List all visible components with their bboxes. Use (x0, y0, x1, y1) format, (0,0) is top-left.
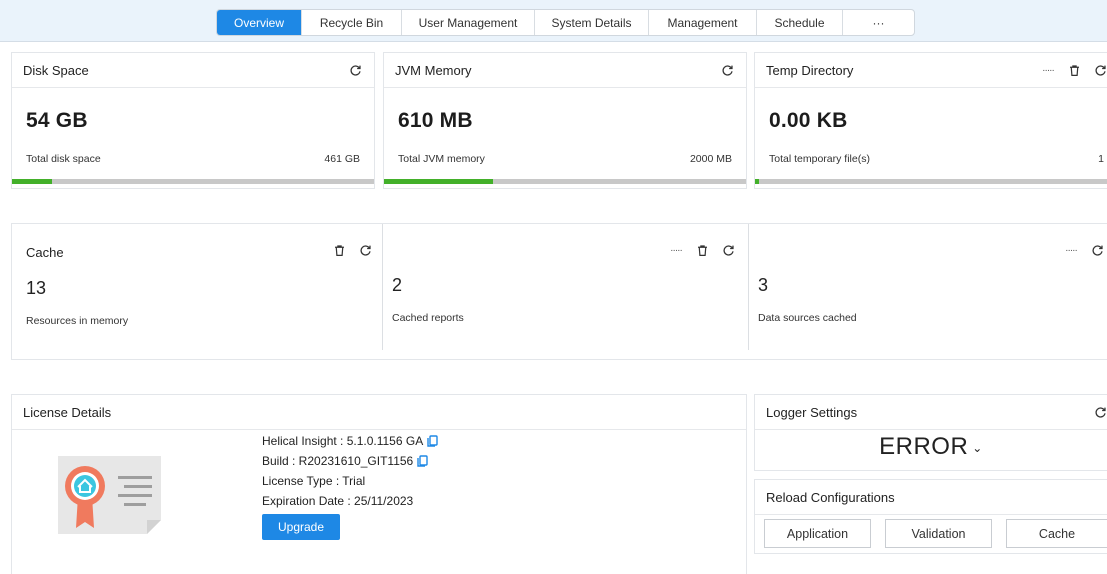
refresh-icon[interactable] (1093, 63, 1107, 77)
tab-schedule[interactable]: Schedule (756, 10, 842, 35)
cache-title: Cache (26, 245, 64, 260)
upgrade-button[interactable]: Upgrade (262, 514, 340, 540)
refresh-icon[interactable] (1090, 243, 1104, 257)
disk-total-value: 461 GB (324, 153, 360, 165)
trash-icon[interactable] (1067, 63, 1081, 77)
license-certificate-icon (58, 456, 161, 534)
divider (382, 224, 383, 350)
reload-application-button[interactable]: Application (764, 519, 871, 548)
temp-directory-title: Temp Directory (766, 62, 854, 78)
disk-space-title: Disk Space (23, 62, 89, 78)
cache-card: Cache 13 Resources in memory ····· 2 Cac… (11, 223, 1107, 360)
license-type-text: License Type : Trial (262, 474, 366, 488)
trash-icon[interactable] (332, 243, 346, 257)
reload-cache-button[interactable]: Cache (1006, 519, 1107, 548)
jvm-memory-card: JVM Memory 610 MB Total JVM memory 2000 … (383, 52, 747, 189)
reload-validation-button[interactable]: Validation (885, 519, 992, 548)
logger-level-value: ERROR (879, 433, 969, 460)
refresh-icon[interactable] (348, 63, 362, 77)
disk-progress-fill (12, 179, 52, 184)
tab-management[interactable]: Management (648, 10, 756, 35)
cache-resources-value: 13 (26, 278, 47, 298)
license-version-text: Helical Insight : 5.1.0.1156 GA (262, 434, 424, 448)
disk-space-card: Disk Space 54 GB Total disk space 461 GB (11, 52, 375, 189)
temp-directory-header: Temp Directory ····· (755, 53, 1107, 88)
license-version-line: Helical Insight : 5.1.0.1156 GA (262, 434, 438, 448)
tab-strip: Overview Recycle Bin User Management Sys… (216, 9, 915, 36)
more-dots-icon[interactable]: ····· (1064, 243, 1078, 257)
top-navigation-bar: Overview Recycle Bin User Management Sys… (0, 0, 1107, 42)
cache-datasources-value: 3 (758, 275, 769, 295)
jvm-memory-header: JVM Memory (384, 53, 746, 88)
license-expiration-text: Expiration Date : 25/11/2023 (262, 494, 414, 508)
temp-total-label: Total temporary file(s) (769, 153, 870, 165)
refresh-icon[interactable] (720, 63, 734, 77)
jvm-used-value: 610 MB (398, 109, 473, 132)
jvm-total-value: 2000 MB (689, 153, 732, 165)
temp-progress-fill (755, 179, 759, 184)
disk-space-header: Disk Space (12, 53, 374, 88)
tab-overview[interactable]: Overview (217, 10, 301, 35)
disk-progress-bar (12, 179, 374, 184)
logger-settings-header: Logger Settings (755, 395, 1107, 430)
refresh-icon[interactable] (358, 243, 372, 257)
tab-more[interactable]: ··· (842, 10, 914, 35)
refresh-icon[interactable] (721, 243, 735, 257)
temp-directory-card: Temp Directory ····· 0.00 KB Total tempo… (754, 52, 1107, 189)
license-type-line: License Type : Trial (262, 474, 365, 488)
license-build-line: Build : R20231610_GIT1156 (262, 454, 428, 468)
more-dots-icon[interactable]: ····· (669, 243, 683, 257)
jvm-memory-title: JVM Memory (395, 62, 472, 78)
temp-total-value: 1 (1098, 153, 1104, 165)
trash-icon[interactable] (695, 243, 709, 257)
copy-icon[interactable] (417, 455, 428, 467)
tab-user-management[interactable]: User Management (401, 10, 534, 35)
temp-progress-bar (755, 179, 1107, 184)
license-expiration-line: Expiration Date : 25/11/2023 (262, 494, 413, 508)
reload-configurations-header: Reload Configurations (755, 480, 1107, 515)
jvm-progress-bar (384, 179, 746, 184)
tab-recycle-bin[interactable]: Recycle Bin (301, 10, 401, 35)
temp-used-value: 0.00 KB (769, 109, 848, 132)
reload-configurations-title: Reload Configurations (766, 489, 895, 505)
refresh-icon[interactable] (1093, 405, 1107, 419)
jvm-total-label: Total JVM memory (398, 153, 485, 165)
more-dots-icon[interactable]: ····· (1041, 63, 1055, 77)
license-details-header: License Details (12, 395, 746, 430)
cache-datasources-label: Data sources cached (758, 312, 857, 324)
cache-reports-label: Cached reports (392, 312, 464, 324)
cache-resources-label: Resources in memory (26, 315, 129, 327)
logger-level-dropdown[interactable]: ERROR ⌄ (755, 433, 1107, 461)
license-details-title: License Details (23, 404, 112, 420)
license-details-card: License Details (11, 394, 747, 574)
copy-icon[interactable] (427, 435, 438, 447)
chevron-down-icon: ⌄ (972, 440, 983, 455)
divider (748, 224, 749, 350)
license-build-text: Build : R20231610_GIT1156 (262, 454, 414, 468)
disk-used-value: 54 GB (26, 109, 88, 132)
tab-system-details[interactable]: System Details (534, 10, 648, 35)
cache-reports-value: 2 (392, 275, 403, 295)
logger-settings-title: Logger Settings (766, 404, 858, 420)
jvm-progress-fill (384, 179, 493, 184)
disk-total-label: Total disk space (26, 153, 101, 165)
